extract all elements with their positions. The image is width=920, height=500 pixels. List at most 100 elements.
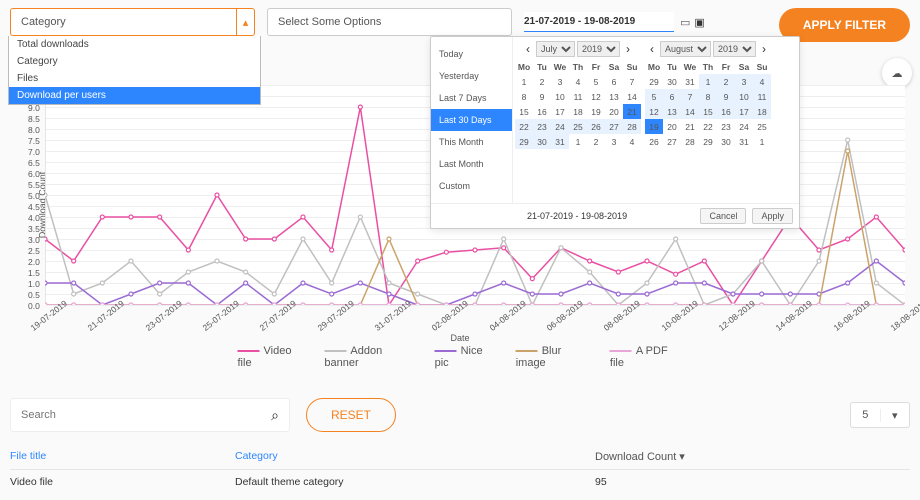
daterange-preset[interactable]: Last Month [431, 153, 512, 175]
month-select-right[interactable]: August [660, 41, 711, 57]
calendar-day[interactable]: 18 [753, 104, 771, 119]
calendar-day[interactable]: 3 [735, 74, 753, 89]
calendar-day[interactable]: 29 [515, 134, 533, 149]
daterange-input[interactable] [524, 12, 674, 32]
options-multiselect[interactable]: Select Some Options [267, 8, 512, 36]
calendar-day[interactable]: 2 [717, 74, 735, 89]
calendar-day[interactable]: 25 [753, 119, 771, 134]
daterange-cancel-button[interactable]: Cancel [700, 208, 746, 224]
calendar-day[interactable]: 13 [605, 89, 623, 104]
legend-item[interactable]: Addon banner [324, 345, 416, 369]
calendar-day[interactable]: 5 [587, 74, 605, 89]
calendar-day[interactable]: 9 [717, 89, 735, 104]
calendar-day[interactable]: 14 [681, 104, 699, 119]
category-option[interactable]: Category [9, 53, 260, 70]
calendar-day[interactable]: 5 [645, 89, 663, 104]
calendar-day[interactable]: 25 [569, 119, 587, 134]
calendar-day[interactable]: 18 [569, 104, 587, 119]
year-select-left[interactable]: 2019 [577, 41, 620, 57]
calendar-outline-icon[interactable]: ▭ [680, 16, 690, 29]
calendar-day[interactable]: 30 [533, 134, 551, 149]
chevron-right-icon[interactable]: › [622, 42, 634, 56]
calendar-day[interactable]: 22 [699, 119, 717, 134]
search-input[interactable] [21, 409, 263, 421]
calendar-day[interactable]: 31 [735, 134, 753, 149]
calendar-day[interactable]: 26 [645, 134, 663, 149]
calendar-day[interactable]: 19 [587, 104, 605, 119]
calendar-day[interactable]: 16 [533, 104, 551, 119]
calendar-day[interactable]: 12 [587, 89, 605, 104]
col-category[interactable]: Category [235, 450, 595, 463]
calendar-day[interactable]: 17 [735, 104, 753, 119]
calendar-day[interactable]: 30 [717, 134, 735, 149]
calendar-day[interactable]: 12 [645, 104, 663, 119]
calendar-day[interactable]: 1 [515, 74, 533, 89]
calendar-day[interactable]: 27 [605, 119, 623, 134]
calendar-day[interactable]: 24 [551, 119, 569, 134]
calendar-day[interactable]: 8 [699, 89, 717, 104]
calendar-day[interactable]: 22 [515, 119, 533, 134]
table-row[interactable]: Video fileDefault theme category95 [10, 470, 910, 488]
chevron-right-icon[interactable]: › [758, 42, 770, 56]
legend-item[interactable]: A PDF file [610, 345, 683, 369]
calendar-day[interactable]: 31 [551, 134, 569, 149]
daterange-preset[interactable]: Today [431, 43, 512, 65]
calendar-day[interactable]: 10 [551, 89, 569, 104]
calendar-day[interactable]: 4 [569, 74, 587, 89]
legend-item[interactable]: Nice pic [435, 345, 498, 369]
calendar-day[interactable]: 2 [533, 74, 551, 89]
reset-button[interactable]: RESET [306, 398, 396, 432]
calendar-day[interactable]: 3 [551, 74, 569, 89]
col-file-title[interactable]: File title [10, 450, 235, 463]
category-option[interactable]: Files [9, 70, 260, 87]
legend-item[interactable]: Blur image [516, 345, 592, 369]
calendar-day[interactable]: 4 [753, 74, 771, 89]
chevron-left-icon[interactable]: ‹ [646, 42, 658, 56]
category-option[interactable]: Total downloads [9, 36, 260, 53]
daterange-preset[interactable]: Last 30 Days [431, 109, 512, 131]
calendar-day[interactable]: 28 [681, 134, 699, 149]
daterange-preset[interactable]: Yesterday [431, 65, 512, 87]
calendar-day[interactable]: 7 [681, 89, 699, 104]
chevron-left-icon[interactable]: ‹ [522, 42, 534, 56]
calendar-day[interactable]: 13 [663, 104, 681, 119]
daterange-preset[interactable]: Last 7 Days [431, 87, 512, 109]
calendar-day[interactable]: 6 [605, 74, 623, 89]
calendar-day[interactable]: 28 [623, 119, 641, 134]
calendar-day[interactable]: 14 [623, 89, 641, 104]
calendar-day[interactable]: 23 [533, 119, 551, 134]
calendar-day[interactable]: 1 [699, 74, 717, 89]
calendar-day[interactable]: 21 [681, 119, 699, 134]
calendar-day[interactable]: 7 [623, 74, 641, 89]
calendar-day[interactable]: 20 [605, 104, 623, 119]
category-select[interactable]: Category ▴ [10, 8, 255, 36]
calendar-day[interactable]: 16 [717, 104, 735, 119]
calendar-day[interactable]: 9 [533, 89, 551, 104]
calendar-day[interactable]: 21 [623, 104, 641, 119]
calendar-day[interactable]: 29 [699, 134, 717, 149]
calendar-day[interactable]: 20 [663, 119, 681, 134]
calendar-day[interactable]: 11 [753, 89, 771, 104]
category-option[interactable]: Download per users [9, 87, 260, 104]
calendar-day[interactable]: 15 [515, 104, 533, 119]
calendar-day[interactable]: 24 [735, 119, 753, 134]
year-select-right[interactable]: 2019 [713, 41, 756, 57]
export-button[interactable]: ☁ [882, 58, 912, 88]
daterange-preset[interactable]: Custom [431, 175, 512, 197]
calendar-day[interactable]: 17 [551, 104, 569, 119]
month-select-left[interactable]: July [536, 41, 575, 57]
daterange-apply-button[interactable]: Apply [752, 208, 793, 224]
search-icon[interactable]: ⌕ [271, 407, 279, 424]
calendar-day[interactable]: 19 [645, 119, 663, 134]
legend-item[interactable]: Video file [238, 345, 307, 369]
calendar-day[interactable]: 15 [699, 104, 717, 119]
calendar-day[interactable]: 8 [515, 89, 533, 104]
calendar-day[interactable]: 11 [569, 89, 587, 104]
calendar-day[interactable]: 10 [735, 89, 753, 104]
calendar-day[interactable]: 6 [663, 89, 681, 104]
col-download-count[interactable]: Download Count ▾ [595, 450, 795, 463]
calendar-icon[interactable]: ▣ [694, 16, 704, 29]
calendar-day[interactable]: 26 [587, 119, 605, 134]
calendar-day[interactable]: 27 [663, 134, 681, 149]
page-size-select[interactable]: 5 ▾ [850, 402, 910, 428]
